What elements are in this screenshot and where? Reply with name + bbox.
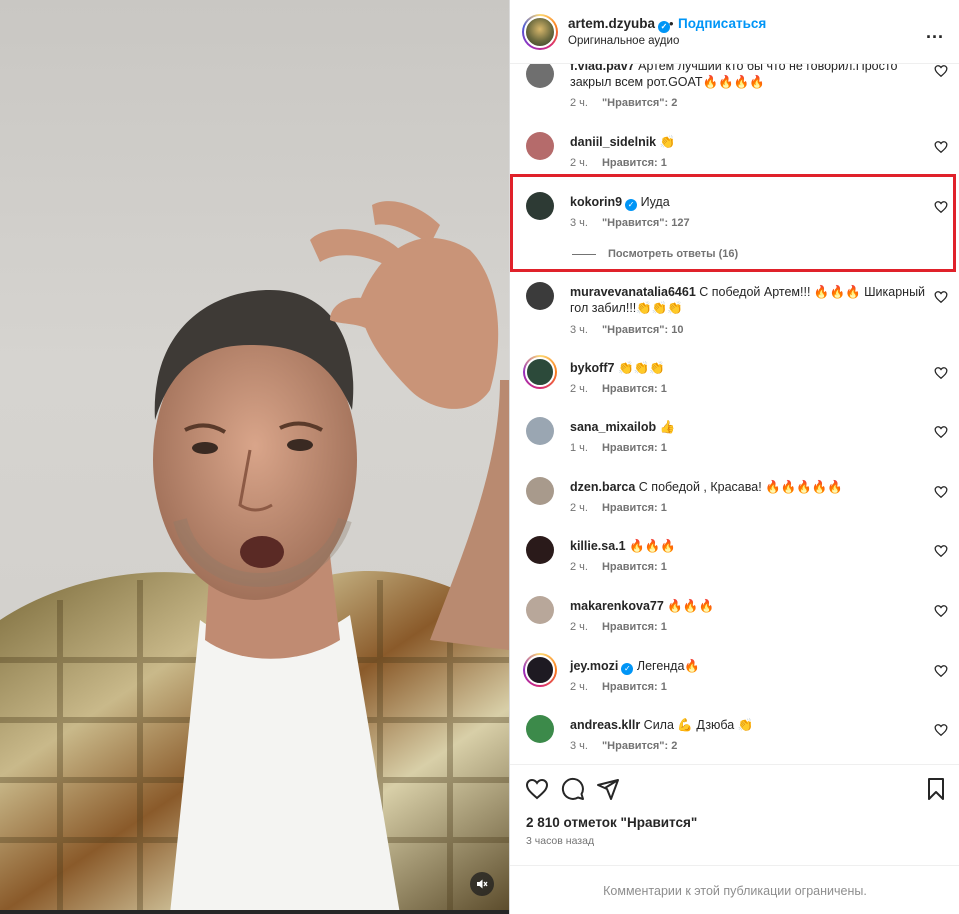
comment-meta: 2 ч. Нравится: 1 [570,561,667,573]
muted-speaker-icon [477,879,488,889]
like-heart-icon[interactable] [934,544,948,558]
heart-icon[interactable] [525,777,549,801]
like-heart-icon[interactable] [934,723,948,737]
comment-meta: 2 ч. Нравится: 1 [570,621,667,633]
highlight-box [510,174,956,272]
video-player[interactable] [0,0,509,914]
commenter-avatar[interactable] [526,477,554,505]
video-frame [0,201,509,914]
comment-text: daniil_sidelnik 👏 [570,135,676,149]
commenter-avatar[interactable] [526,536,554,564]
commenter-avatar[interactable] [526,282,554,310]
comment-meta: 3 ч. "Нравится": 2 [570,740,678,752]
commenter-avatar[interactable] [526,64,554,88]
separator-dot: • [669,16,674,31]
commenter-username[interactable]: makarenkova77 [570,599,664,613]
verified-badge-icon: ✓ [621,663,634,675]
like-heart-icon[interactable] [934,290,948,304]
post-timestamp: 3 часов назад [526,835,595,847]
commenter-avatar[interactable] [526,596,554,624]
audio-link[interactable]: Оригинальное аудио [568,35,679,47]
post-side-panel: artem.dzyuba ✓ • Подписаться Оригинальное… [509,0,959,914]
commenter-avatar[interactable] [526,132,554,160]
comment-text: sana_mixailob 👍 [570,420,676,434]
share-icon[interactable] [596,777,620,801]
commenter-username[interactable]: sana_mixailob [570,420,656,434]
commenter-avatar[interactable] [523,355,557,389]
comment-meta: 2 ч. Нравится: 1 [570,157,667,169]
author-avatar[interactable] [522,14,558,50]
more-options-button[interactable]: ... [926,22,944,43]
commenter-username[interactable]: jey.mozi [570,659,618,673]
comment-icon[interactable] [561,777,585,801]
comments-list[interactable]: f.vlad.pav7 Артем лучший кто бы что не г… [510,64,959,764]
comment-meta: 2 ч. Нравится: 1 [570,681,667,693]
post-actions: 2 810 отметок "Нравится" 3 часов назад К… [510,764,959,914]
commenter-username[interactable]: f.vlad.pav7 [570,64,635,73]
like-heart-icon[interactable] [934,64,948,78]
comment-meta: 3 ч. "Нравится": 10 [570,324,684,336]
commenter-username[interactable]: dzen.barca [570,480,635,494]
commenter-username[interactable]: andreas.kllr [570,718,640,732]
commenter-username[interactable]: daniil_sidelnik [570,135,656,149]
comment-text: killie.sa.1 🔥🔥🔥 [570,539,676,553]
like-heart-icon[interactable] [934,366,948,380]
bookmark-icon[interactable] [924,777,948,801]
commenter-avatar[interactable] [526,715,554,743]
comment-meta: 2 ч. Нравится: 1 [570,383,667,395]
comment-meta: 1 ч. Нравится: 1 [570,442,667,454]
comment-text: f.vlad.pav7 Артем лучший кто бы что не г… [570,64,930,90]
comment-text: muravevanatalia6461 С победой Артем!!! 🔥… [570,285,926,315]
commenter-username[interactable]: killie.sa.1 [570,539,626,553]
commenter-avatar[interactable] [523,653,557,687]
commenter-username[interactable]: bykoff7 [570,361,614,375]
comment-meta: 2 ч. "Нравится": 2 [570,97,678,109]
comment-text: bykoff7 👏👏👏 [570,361,665,375]
like-heart-icon[interactable] [934,485,948,499]
comment-text: makarenkova77 🔥🔥🔥 [570,599,715,613]
video-bottom-strip [0,910,509,914]
likes-count[interactable]: 2 810 отметок "Нравится" [526,815,697,830]
commenter-avatar[interactable] [526,417,554,445]
comment-text: jey.mozi ✓ Легенда🔥 [570,659,700,675]
comment-text: andreas.kllr Сила 💪 Дзюба 👏 [570,718,754,732]
author-username[interactable]: artem.dzyuba ✓ [568,16,671,33]
like-heart-icon[interactable] [934,425,948,439]
follow-button[interactable]: Подписаться [678,16,766,31]
post-header: artem.dzyuba ✓ • Подписаться Оригинальное… [510,0,959,64]
like-heart-icon[interactable] [934,140,948,154]
instagram-post-view: artem.dzyuba ✓ • Подписаться Оригинальное… [0,0,959,914]
mute-button[interactable] [470,872,494,896]
comments-restricted-notice: Комментарии к этой публикации ограничены… [510,865,959,914]
comment-meta: 2 ч. Нравится: 1 [570,502,667,514]
comment-text: dzen.barca С победой , Красава! 🔥🔥🔥🔥🔥 [570,480,843,494]
like-heart-icon[interactable] [934,664,948,678]
commenter-username[interactable]: muravevanatalia6461 [570,285,696,299]
like-heart-icon[interactable] [934,604,948,618]
